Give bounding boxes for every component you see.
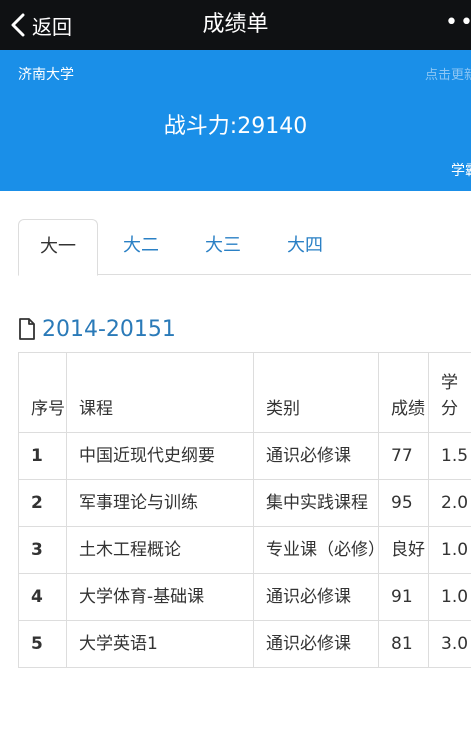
page-title: 成绩单 (202, 12, 269, 37)
table-row: 2 军事理论与训练 集中实践课程 95 2.0 (18, 479, 471, 527)
more-menu-button[interactable]: •• (445, 0, 471, 50)
row-score: 95 (378, 479, 429, 527)
row-index: 3 (18, 526, 67, 574)
row-credit: 1.0 (428, 573, 471, 621)
header-course: 课程 (66, 352, 254, 433)
grades-table: 序号 课程 类别 成绩 学分 1 中国近现代史纲要 通识必修课 77 1.5 2… (18, 352, 471, 668)
table-row: 1 中国近现代史纲要 通识必修课 77 1.5 (18, 432, 471, 480)
row-course: 中国近现代史纲要 (66, 432, 254, 480)
row-course: 大学体育-基础课 (66, 573, 254, 621)
term-heading: 2014-20151 (18, 314, 176, 344)
tab-year-4[interactable]: 大四 (270, 219, 340, 273)
row-index: 1 (18, 432, 67, 480)
row-index: 5 (18, 620, 67, 668)
year-tabs: 大一 大二 大三 大四 (18, 219, 471, 276)
header-score: 成绩 (378, 352, 429, 433)
header-credit: 学分 (428, 352, 471, 433)
row-credit: 1.0 (428, 526, 471, 574)
row-credit: 3.0 (428, 620, 471, 668)
row-category: 专业课（必修） (253, 526, 385, 574)
score-banner: 济南大学 点击更新 战斗力:29140 学霸 (0, 50, 471, 191)
row-course: 大学英语1 (66, 620, 254, 668)
row-category: 通识必修课 (253, 432, 379, 480)
header-index: 序号 (18, 352, 67, 433)
row-score: 81 (378, 620, 429, 668)
document-icon (18, 318, 36, 340)
row-credit: 1.5 (428, 432, 471, 480)
tab-year-1[interactable]: 大一 (18, 219, 98, 276)
row-credit: 2.0 (428, 479, 471, 527)
row-score: 良好 (378, 526, 429, 574)
table-row: 5 大学英语1 通识必修课 81 3.0 (18, 620, 471, 668)
row-score: 91 (378, 573, 429, 621)
table-row: 4 大学体育-基础课 通识必修课 91 1.0 (18, 573, 471, 621)
update-link[interactable]: 点击更新 (425, 64, 471, 83)
rank-link[interactable]: 学霸 (451, 160, 471, 180)
row-category: 通识必修课 (253, 620, 379, 668)
row-category: 集中实践课程 (253, 479, 379, 527)
nav-bar: 返回 成绩单 •• (0, 0, 471, 50)
row-index: 2 (18, 479, 67, 527)
table-row: 3 土木工程概论 专业课（必修） 良好 1.0 (18, 526, 471, 574)
row-course: 军事理论与训练 (66, 479, 254, 527)
row-course: 土木工程概论 (66, 526, 254, 574)
row-category: 通识必修课 (253, 573, 379, 621)
row-score: 77 (378, 432, 429, 480)
row-index: 4 (18, 573, 67, 621)
school-name: 济南大学 (18, 67, 74, 83)
power-score: 战斗力:29140 (163, 114, 308, 139)
header-category: 类别 (253, 352, 379, 433)
tab-year-3[interactable]: 大三 (188, 219, 258, 273)
table-header-row: 序号 课程 类别 成绩 学分 (18, 352, 471, 433)
term-label: 2014-20151 (42, 316, 176, 342)
tab-year-2[interactable]: 大二 (106, 219, 176, 273)
